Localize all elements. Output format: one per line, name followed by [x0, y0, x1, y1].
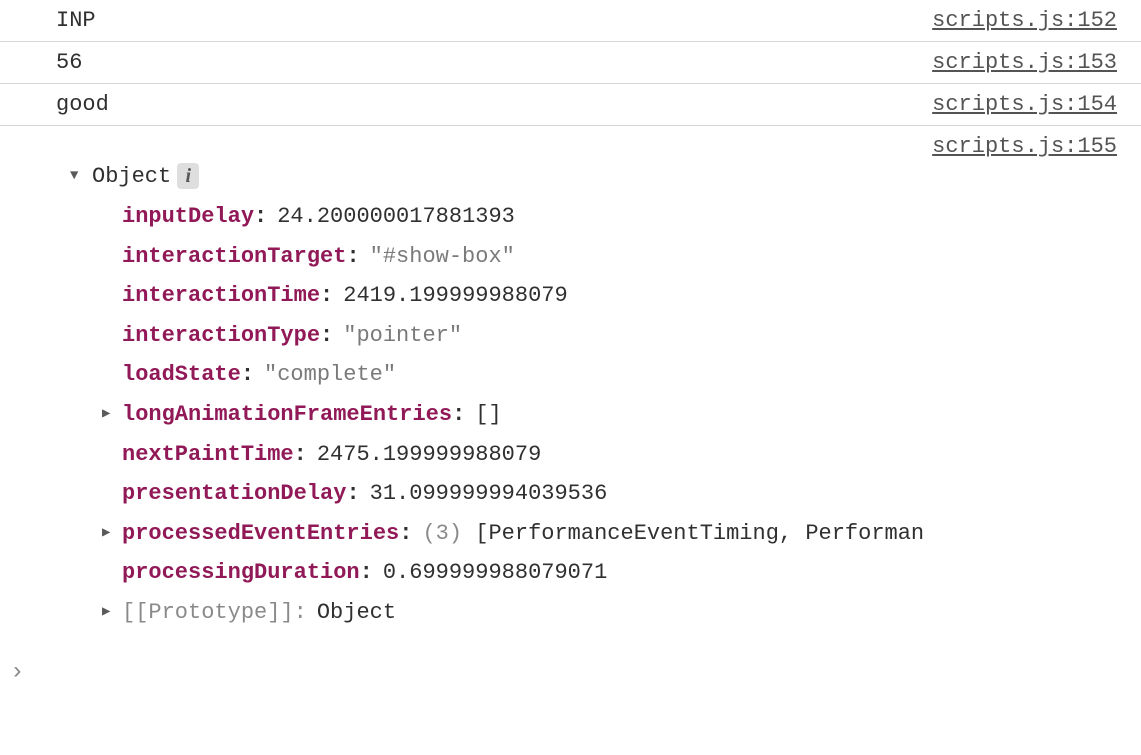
property-key: [[Prototype]] — [122, 593, 294, 633]
chevron-right-icon: › — [10, 659, 24, 686]
console-panel: INP scripts.js:152 56 scripts.js:153 goo… — [0, 0, 1141, 698]
property-value: 0.699999988079071 — [383, 553, 607, 593]
log-message: INP — [56, 8, 96, 33]
property-key: inputDelay — [122, 197, 254, 237]
source-link[interactable]: scripts.js:154 — [932, 92, 1117, 117]
property-key: interactionTarget — [122, 237, 346, 277]
source-link[interactable]: scripts.js:155 — [932, 134, 1117, 159]
info-icon[interactable]: i — [177, 163, 199, 189]
property-row: interactionTarget: "#show-box" — [102, 237, 1117, 277]
object-header[interactable]: Object i — [70, 163, 1117, 189]
log-row: good scripts.js:154 — [0, 84, 1141, 126]
property-row: interactionType: "pointer" — [102, 316, 1117, 356]
property-key: processingDuration — [122, 553, 360, 593]
property-row: inputDelay: 24.200000017881393 — [102, 197, 1117, 237]
property-value: [] — [475, 395, 501, 435]
log-row: 56 scripts.js:153 — [0, 42, 1141, 84]
log-row: INP scripts.js:152 — [0, 0, 1141, 42]
disclosure-triangle-icon[interactable] — [70, 168, 86, 184]
property-value: 31.099999994039536 — [370, 474, 608, 514]
source-link[interactable]: scripts.js:153 — [932, 50, 1117, 75]
property-row: interactionTime: 2419.199999988079 — [102, 276, 1117, 316]
property-value: "#show-box" — [370, 237, 515, 277]
log-row: scripts.js:155 — [0, 126, 1141, 159]
log-message: good — [56, 92, 109, 117]
property-row[interactable]: [[Prototype]]: Object — [102, 593, 1117, 633]
property-key: processedEventEntries — [122, 514, 399, 554]
object-label: Object — [92, 164, 171, 189]
property-row: nextPaintTime: 2475.199999988079 — [102, 435, 1117, 475]
property-value: "pointer" — [343, 316, 462, 356]
console-prompt[interactable]: › — [0, 647, 1141, 698]
property-value: [PerformanceEventTiming, Performan — [475, 514, 924, 554]
property-key: interactionType — [122, 316, 320, 356]
disclosure-triangle-icon[interactable] — [102, 402, 122, 427]
log-message: 56 — [56, 50, 82, 75]
property-value: Object — [317, 593, 396, 633]
property-value: 2419.199999988079 — [343, 276, 567, 316]
property-value: 24.200000017881393 — [277, 197, 515, 237]
property-row: loadState: "complete" — [102, 355, 1117, 395]
property-key: nextPaintTime — [122, 435, 294, 475]
disclosure-triangle-icon[interactable] — [102, 521, 122, 546]
property-key: presentationDelay — [122, 474, 346, 514]
source-link[interactable]: scripts.js:152 — [932, 8, 1117, 33]
array-count: (3) — [422, 514, 462, 554]
property-value: "complete" — [264, 355, 396, 395]
property-key: interactionTime — [122, 276, 320, 316]
property-row[interactable]: longAnimationFrameEntries: [] — [102, 395, 1117, 435]
property-key: longAnimationFrameEntries — [122, 395, 452, 435]
property-row: presentationDelay: 31.099999994039536 — [102, 474, 1117, 514]
object-properties: inputDelay: 24.200000017881393 interacti… — [70, 197, 1117, 633]
property-row[interactable]: processedEventEntries: (3) [PerformanceE… — [102, 514, 1117, 554]
object-log-row: Object i inputDelay: 24.200000017881393 … — [0, 159, 1141, 647]
property-value: 2475.199999988079 — [317, 435, 541, 475]
property-row: processingDuration: 0.699999988079071 — [102, 553, 1117, 593]
disclosure-triangle-icon[interactable] — [102, 600, 122, 625]
property-key: loadState — [122, 355, 241, 395]
